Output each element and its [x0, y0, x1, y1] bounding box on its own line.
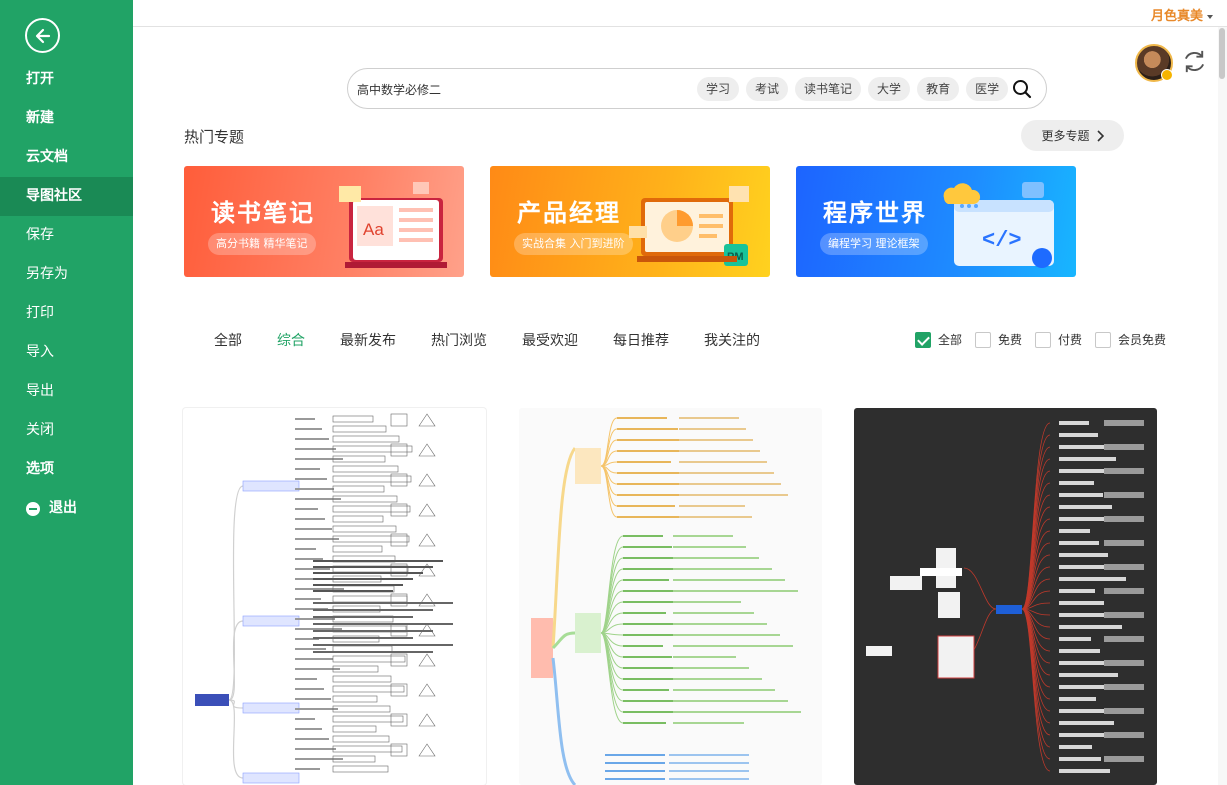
search-tags: 学习 考试 读书笔记 大学 教育 医学 — [697, 77, 1009, 101]
sidebar-item-label: 导入 — [26, 344, 54, 360]
sidebar-item-label: 新建 — [26, 110, 54, 126]
book-illustration-icon: Aa — [339, 182, 447, 268]
checkbox-icon[interactable] — [975, 331, 992, 348]
mindmap-card[interactable] — [183, 408, 486, 785]
mindmap-thumbnail — [195, 413, 453, 784]
sidebar-item-label: 选项 — [26, 461, 54, 477]
filter-label: 免费 — [998, 333, 1023, 347]
mindmap-thumbnail — [531, 417, 801, 785]
scrollbar[interactable] — [1218, 27, 1227, 785]
filter-paid[interactable]: 付费 — [1035, 331, 1082, 348]
sidebar-item-label: 云文档 — [26, 149, 68, 165]
top-bar: 月色真美 — [133, 0, 1227, 27]
banner-subtitle: 高分书籍 精华笔记 — [208, 233, 316, 255]
search-bar: 学习 考试 读书笔记 大学 教育 医学 — [347, 68, 1047, 109]
scroll-thumb[interactable] — [1219, 28, 1225, 79]
sidebar-item-open[interactable]: 打开 — [0, 60, 133, 99]
minus-circle-icon — [26, 501, 40, 516]
code-window-illustration-icon: </> — [943, 182, 1054, 268]
sidebar-item-label: 导图社区 — [26, 188, 82, 204]
sidebar-item-import[interactable]: 导入 — [0, 333, 133, 372]
back-button[interactable] — [25, 18, 60, 53]
banner-subtitle: 编程学习 理论框架 — [820, 233, 928, 255]
filter-label: 付费 — [1058, 333, 1083, 347]
search-input[interactable] — [357, 79, 677, 99]
caret-down-icon — [1207, 14, 1213, 19]
filter-label: 全部 — [938, 333, 963, 347]
filter-label: 会员免费 — [1118, 333, 1167, 347]
search-tag[interactable]: 读书笔记 — [795, 77, 862, 101]
section-title: 热门专题 — [184, 128, 245, 146]
mindmap-thumbnail — [866, 420, 1144, 773]
sidebar-item-exit[interactable]: 退出 — [0, 489, 133, 528]
sidebar-item-save[interactable]: 保存 — [0, 216, 133, 255]
banner-title: 程序世界 — [823, 199, 927, 227]
chevron-right-icon — [1096, 129, 1104, 142]
checkbox-checked-icon[interactable] — [915, 331, 931, 348]
category-tabs: 全部 综合 最新发布 热门浏览 最受欢迎 每日推荐 我关注的 — [214, 330, 795, 352]
sidebar: 打开 新建 云文档 导图社区 保存 另存为 打印 导入 导出 关闭 选项 退出 — [0, 0, 133, 785]
sidebar-item-new[interactable]: 新建 — [0, 99, 133, 138]
search-tag[interactable]: 教育 — [917, 77, 960, 101]
banner-title: 读书笔记 — [211, 199, 315, 227]
sidebar-item-label: 另存为 — [26, 266, 68, 282]
root-node — [195, 694, 229, 706]
user-menu[interactable]: 月色真美 — [1151, 5, 1213, 24]
search-tag[interactable]: 考试 — [746, 77, 789, 101]
tab-popular[interactable]: 最受欢迎 — [522, 330, 578, 352]
topic-banner-reading[interactable]: 读书笔记 高分书籍 精华笔记 Aa — [184, 166, 464, 277]
tab-latest[interactable]: 最新发布 — [340, 330, 396, 352]
filter-all[interactable]: 全部 — [915, 331, 962, 348]
checkbox-icon[interactable] — [1095, 331, 1112, 348]
filter-member-free[interactable]: 会员免费 — [1095, 331, 1166, 348]
topic-banner-programming[interactable]: 程序世界 编程学习 理论框架 </> — [796, 166, 1076, 277]
sidebar-item-community[interactable]: 导图社区 — [0, 177, 133, 216]
sidebar-item-label: 导出 — [26, 383, 54, 399]
sidebar-item-label: 打印 — [26, 305, 54, 321]
topic-banner-product[interactable]: 产品经理 实战合集 入门到进阶 PM — [490, 166, 770, 277]
presentation-illustration-icon: PM — [629, 186, 749, 266]
sidebar-item-label: 关闭 — [26, 422, 54, 438]
more-topics-label: 更多专题 — [1041, 129, 1090, 143]
sidebar-item-cloud-docs[interactable]: 云文档 — [0, 138, 133, 177]
tab-hot[interactable]: 热门浏览 — [431, 330, 487, 352]
search-tag[interactable]: 学习 — [697, 77, 740, 101]
mindmap-card[interactable] — [519, 408, 822, 785]
sidebar-item-label: 保存 — [26, 227, 54, 243]
price-filters: 全部 免费 付费 会员免费 — [915, 331, 1179, 348]
sidebar-menu: 打开 新建 云文档 导图社区 保存 另存为 打印 导入 导出 关闭 选项 退出 — [0, 60, 133, 528]
tab-following[interactable]: 我关注的 — [704, 330, 760, 352]
tab-daily[interactable]: 每日推荐 — [613, 330, 669, 352]
vip-badge-icon — [1161, 69, 1173, 81]
sidebar-item-export[interactable]: 导出 — [0, 372, 133, 411]
mindmap-card[interactable] — [854, 408, 1157, 785]
sidebar-item-print[interactable]: 打印 — [0, 294, 133, 333]
user-name: 月色真美 — [1150, 9, 1203, 24]
sidebar-item-options[interactable]: 选项 — [0, 450, 133, 489]
sidebar-item-close[interactable]: 关闭 — [0, 411, 133, 450]
sidebar-item-save-as[interactable]: 另存为 — [0, 255, 133, 294]
back-arrow-icon — [35, 28, 51, 44]
banner-art-text: </> — [982, 228, 1022, 253]
banner-art-text: Aa — [363, 220, 384, 239]
more-topics-button[interactable]: 更多专题 — [1021, 120, 1124, 151]
search-tag[interactable]: 大学 — [868, 77, 911, 101]
avatar[interactable] — [1135, 44, 1173, 82]
checkbox-icon[interactable] — [1035, 331, 1052, 348]
banner-subtitle: 实战合集 入门到进阶 — [514, 233, 633, 255]
banner-title: 产品经理 — [517, 199, 621, 227]
sidebar-item-label: 打开 — [26, 71, 54, 87]
sidebar-item-label: 退出 — [49, 500, 77, 516]
filter-free[interactable]: 免费 — [975, 331, 1022, 348]
search-tag[interactable]: 医学 — [966, 77, 1009, 101]
search-icon[interactable] — [1012, 79, 1032, 99]
refresh-icon[interactable] — [1181, 48, 1208, 75]
tab-comprehensive[interactable]: 综合 — [277, 330, 305, 352]
tab-all[interactable]: 全部 — [214, 330, 242, 352]
